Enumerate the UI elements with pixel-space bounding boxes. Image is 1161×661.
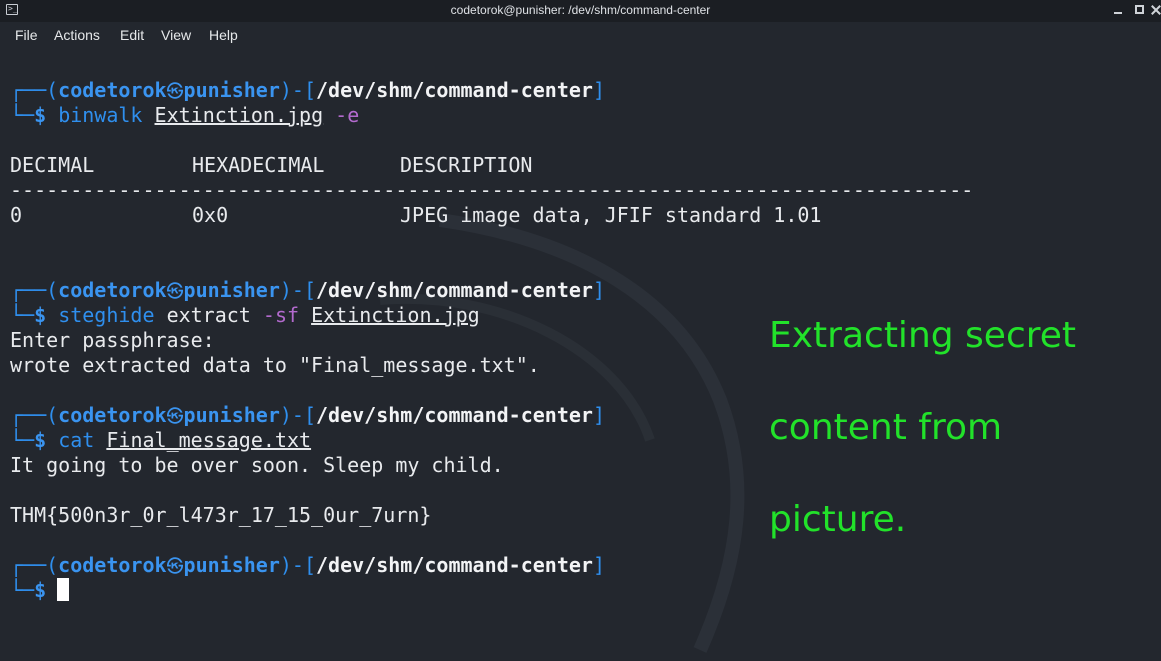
- output-line: Enter passphrase:: [10, 328, 215, 352]
- prompt-line: ┌──(codetorok㉿punisher)-[/dev/shm/comman…: [10, 278, 605, 302]
- command-line: └─$ steghide extract -sf Extinction.jpg: [10, 303, 480, 327]
- command-line: └─$ binwalk Extinction.jpg -e: [10, 103, 360, 127]
- menu-bar: File Actions Edit View Help: [0, 22, 1161, 50]
- table-header-description: DESCRIPTION: [400, 153, 533, 177]
- terminal-area[interactable]: ┌──(codetorok㉿punisher)-[/dev/shm/comman…: [0, 50, 1161, 661]
- annotation-line-1: Extracting secret: [769, 315, 1077, 356]
- skull-icon: ㉿: [166, 557, 184, 577]
- menu-file[interactable]: File: [15, 27, 38, 43]
- menu-edit[interactable]: Edit: [120, 27, 144, 43]
- menu-view[interactable]: View: [161, 27, 191, 43]
- text-cursor: [57, 578, 70, 601]
- table-cell-decimal: 0: [10, 203, 23, 227]
- skull-icon: ㉿: [166, 82, 184, 102]
- prompt-line: ┌──(codetorok㉿punisher)-[/dev/shm/comman…: [10, 403, 605, 427]
- command-line[interactable]: └─$: [10, 578, 70, 603]
- command-line: └─$ cat Final_message.txt: [10, 428, 312, 452]
- table-header-hex: HEXADECIMAL: [192, 153, 325, 177]
- output-line: wrote extracted data to "Final_message.t…: [10, 353, 540, 377]
- output-line: It going to be over soon. Sleep my child…: [10, 453, 504, 477]
- table-cell-hex: 0x0: [192, 203, 229, 227]
- prompt-line: ┌──(codetorok㉿punisher)-[/dev/shm/comman…: [10, 78, 605, 102]
- window-titlebar: >_ codetorok@punisher: /dev/shm/command-…: [0, 0, 1161, 22]
- flag-output: THM{500n3r_0r_l473r_17_15_0ur_7urn}: [10, 503, 432, 527]
- menu-help[interactable]: Help: [209, 27, 238, 43]
- prompt-line: ┌──(codetorok㉿punisher)-[/dev/shm/comman…: [10, 553, 605, 577]
- table-cell-description: JPEG image data, JFIF standard 1.01: [400, 203, 822, 227]
- window-title: codetorok@punisher: /dev/shm/command-cen…: [450, 3, 711, 17]
- close-button[interactable]: [1151, 5, 1161, 15]
- menu-actions[interactable]: Actions: [54, 27, 100, 43]
- maximize-button[interactable]: [1135, 5, 1144, 14]
- table-header-decimal: DECIMAL: [10, 153, 95, 177]
- annotation-line-3: picture.: [769, 499, 907, 540]
- minimize-button[interactable]: [1113, 5, 1123, 15]
- skull-icon: ㉿: [166, 407, 184, 427]
- annotation-line-2: content from: [769, 407, 1003, 448]
- table-separator: ----------------------------------------…: [10, 178, 974, 202]
- skull-icon: ㉿: [166, 282, 184, 302]
